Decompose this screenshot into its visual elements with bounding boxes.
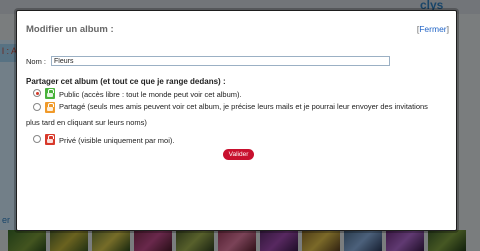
share-heading: Partager cet album (et tout ce que je ra… <box>26 77 226 86</box>
lock-orange-icon <box>45 102 55 113</box>
edit-album-dialog: Modifier un album : [Fermer] Nom : Parta… <box>16 10 457 231</box>
lock-closed-red-icon <box>45 134 55 145</box>
radio-public[interactable] <box>33 89 41 97</box>
option-shared[interactable]: Partagé (seuls mes amis peuvent voir cet… <box>33 102 451 115</box>
close-link-wrapper: [Fermer] <box>417 24 449 34</box>
validate-button[interactable]: Valider <box>223 149 254 160</box>
option-shared-label-continued: plus tard en cliquant sur leurs noms) <box>26 118 147 127</box>
lock-open-green-icon <box>45 88 55 99</box>
radio-shared[interactable] <box>33 103 41 111</box>
dialog-title: Modifier un album : <box>26 24 114 35</box>
option-private-label: Privé (visible uniquement par moi). <box>59 136 175 145</box>
album-name-input[interactable] <box>51 56 391 66</box>
option-shared-label: Partagé (seuls mes amis peuvent voir cet… <box>59 102 428 111</box>
option-private[interactable]: Privé (visible uniquement par moi). <box>33 134 174 147</box>
close-link[interactable]: Fermer <box>419 24 446 34</box>
name-label: Nom : <box>26 56 47 66</box>
name-row: Nom : <box>26 56 391 66</box>
close-close-bracket: ] <box>446 24 449 34</box>
radio-private[interactable] <box>33 135 41 143</box>
